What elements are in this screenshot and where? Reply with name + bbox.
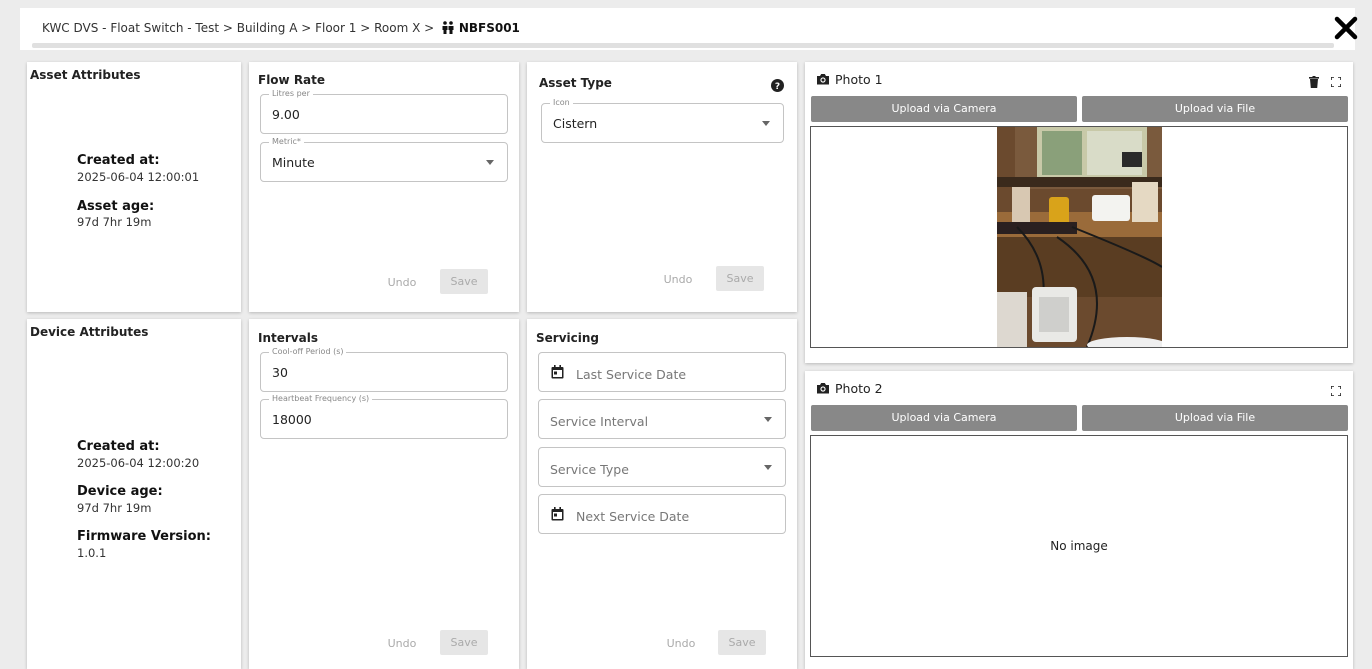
asset-attributes-title: Asset Attributes xyxy=(30,68,141,82)
asset-type-card: Asset Type ? Icon Cistern Undo Save xyxy=(527,62,797,312)
chevron-down-icon[interactable] xyxy=(764,465,772,470)
intervals-save-button[interactable]: Save xyxy=(440,630,488,655)
servicing-undo-button[interactable]: Undo xyxy=(661,631,701,655)
asset-type-undo-button[interactable]: Undo xyxy=(658,267,698,291)
device-age-label: Device age: xyxy=(77,484,163,499)
service-interval-select[interactable]: Service Interval xyxy=(538,399,786,439)
icon-label: Icon xyxy=(550,98,573,108)
firmware-version-value: 1.0.1 xyxy=(77,546,107,560)
photo1-title: Photo 1 xyxy=(835,72,883,87)
firmware-version-label: Firmware Version: xyxy=(77,529,211,544)
svg-text:?: ? xyxy=(775,82,780,92)
asset-age-value: 97d 7hr 19m xyxy=(77,215,152,229)
calendar-icon[interactable] xyxy=(551,507,564,521)
servicing-title: Servicing xyxy=(536,331,599,345)
trash-icon[interactable] xyxy=(1309,76,1319,88)
litres-per-label: Litres per xyxy=(269,89,313,99)
metric-label: Metric* xyxy=(269,137,304,147)
flow-rate-undo-button[interactable]: Undo xyxy=(382,270,422,294)
breadcrumb: KWC DVS - Float Switch - Test > Building… xyxy=(42,21,520,35)
photo2-card: Photo 2 Upload via Camera Upload via Fil… xyxy=(805,371,1353,669)
servicing-save-button[interactable]: Save xyxy=(718,630,766,655)
device-created-value: 2025-06-04 12:00:20 xyxy=(77,456,200,470)
device-attributes-card: Device Attributes Created at: 2025-06-04… xyxy=(27,319,241,669)
photo1-card: Photo 1 Upload via Camera Upload via Fil… xyxy=(805,62,1353,363)
calendar-icon[interactable] xyxy=(551,365,564,379)
chevron-down-icon[interactable] xyxy=(764,417,772,422)
photo1-upload-camera-button[interactable]: Upload via Camera xyxy=(811,96,1077,122)
close-icon[interactable] xyxy=(1330,12,1362,44)
device-created-label: Created at: xyxy=(77,439,160,454)
camera-icon xyxy=(817,74,829,85)
camera-icon xyxy=(817,383,829,394)
metric-select[interactable]: Metric* Minute xyxy=(260,137,508,182)
device-attributes-title: Device Attributes xyxy=(30,325,149,339)
next-service-date-field[interactable]: Next Service Date xyxy=(538,494,786,534)
flow-rate-save-button[interactable]: Save xyxy=(440,269,488,294)
heartbeat-frequency-label: Heartbeat Frequency (s) xyxy=(269,394,373,404)
litres-per-field[interactable]: Litres per 9.00 xyxy=(260,89,508,134)
asset-created-label: Created at: xyxy=(77,153,160,168)
last-service-date-field[interactable]: Last Service Date xyxy=(538,352,786,392)
photo2-upload-camera-button[interactable]: Upload via Camera xyxy=(811,405,1077,431)
asset-type-title: Asset Type xyxy=(539,76,612,90)
service-type-placeholder[interactable]: Service Type xyxy=(550,462,629,477)
expand-icon[interactable] xyxy=(1331,77,1341,87)
device-age-value: 97d 7hr 19m xyxy=(77,501,152,515)
asset-age-label: Asset age: xyxy=(77,199,155,214)
close-button[interactable] xyxy=(1330,12,1362,44)
chevron-down-icon[interactable] xyxy=(486,160,494,165)
cooloff-period-label: Cool-off Period (s) xyxy=(269,347,347,357)
next-service-date-placeholder[interactable]: Next Service Date xyxy=(576,509,689,524)
intervals-title: Intervals xyxy=(258,331,318,345)
asset-type-save-button[interactable]: Save xyxy=(716,266,764,291)
chevron-down-icon[interactable] xyxy=(762,121,770,126)
expand-icon[interactable] xyxy=(1331,386,1341,396)
asset-created-value: 2025-06-04 12:00:01 xyxy=(77,170,200,184)
device-id: NBFS001 xyxy=(458,21,520,35)
people-icon xyxy=(442,21,454,34)
intervals-card: Intervals Cool-off Period (s) 30 Heartbe… xyxy=(249,319,519,669)
header-bar: KWC DVS - Float Switch - Test > Building… xyxy=(20,8,1355,50)
heartbeat-frequency-value[interactable]: 18000 xyxy=(272,412,312,427)
photo1-frame[interactable] xyxy=(810,126,1348,348)
photo2-frame[interactable]: No image xyxy=(810,435,1348,657)
photo1-upload-file-button[interactable]: Upload via File xyxy=(1082,96,1348,122)
asset-attributes-card: Asset Attributes Created at: 2025-06-04 … xyxy=(27,62,241,312)
flow-rate-title: Flow Rate xyxy=(258,73,326,87)
litres-per-value[interactable]: 9.00 xyxy=(272,107,300,122)
photo1-image xyxy=(997,127,1162,347)
cooloff-period-value[interactable]: 30 xyxy=(272,365,288,380)
help-icon[interactable]: ? xyxy=(771,79,784,92)
cooloff-period-field[interactable]: Cool-off Period (s) 30 xyxy=(260,347,508,392)
icon-select[interactable]: Icon Cistern xyxy=(541,98,784,143)
intervals-undo-button[interactable]: Undo xyxy=(382,631,422,655)
service-type-select[interactable]: Service Type xyxy=(538,447,786,487)
servicing-card: Servicing Last Service Date Service Inte… xyxy=(527,319,797,669)
icon-value[interactable]: Cistern xyxy=(553,116,597,131)
photo2-title: Photo 2 xyxy=(835,381,883,396)
last-service-date-placeholder[interactable]: Last Service Date xyxy=(576,367,686,382)
heartbeat-frequency-field[interactable]: Heartbeat Frequency (s) 18000 xyxy=(260,394,508,439)
metric-value[interactable]: Minute xyxy=(272,155,315,170)
header-progress-bar xyxy=(32,43,1334,48)
service-interval-placeholder[interactable]: Service Interval xyxy=(550,414,648,429)
photo2-upload-file-button[interactable]: Upload via File xyxy=(1082,405,1348,431)
photo2-empty-text: No image xyxy=(1050,539,1108,553)
flow-rate-card: Flow Rate Litres per 9.00 Metric* Minute… xyxy=(249,62,519,312)
breadcrumb-path[interactable]: KWC DVS - Float Switch - Test > Building… xyxy=(42,21,434,35)
